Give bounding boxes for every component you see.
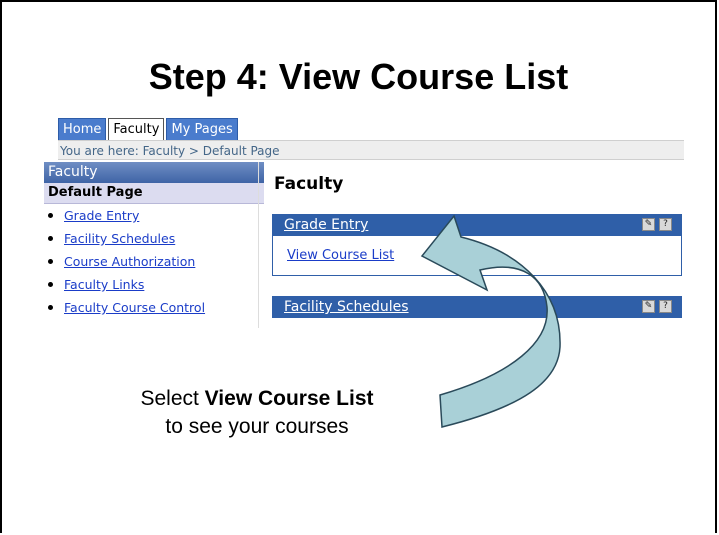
sidebar-divider bbox=[258, 162, 259, 328]
caption-line-1: Select View Course List bbox=[102, 385, 412, 413]
sidebar-item-grade-entry: Grade Entry bbox=[44, 204, 264, 227]
sidebar: Faculty Default Page Grade Entry Facilit… bbox=[44, 162, 264, 328]
sidebar-link-course-authorization[interactable]: Course Authorization bbox=[64, 254, 195, 269]
help-icon[interactable]: ? bbox=[659, 218, 672, 231]
tab-my-pages[interactable]: My Pages bbox=[166, 118, 238, 140]
portlet-title-grade-entry[interactable]: Grade Entry bbox=[284, 217, 368, 233]
portal-screenshot: Home Faculty My Pages You are here: Facu… bbox=[44, 118, 684, 328]
sidebar-item-course-authorization: Course Authorization bbox=[44, 250, 264, 273]
breadcrumb: You are here: Faculty > Default Page bbox=[58, 140, 684, 160]
slide-title: Step 4: View Course List bbox=[148, 56, 569, 97]
caption-line-2: to see your courses bbox=[165, 415, 349, 438]
sidebar-header: Faculty bbox=[44, 162, 264, 183]
portlet-facility-schedules: Facility Schedules ✎ ? bbox=[272, 296, 682, 318]
view-course-list-link[interactable]: View Course List bbox=[287, 248, 394, 263]
sidebar-item-facility-schedules: Facility Schedules bbox=[44, 227, 264, 250]
sidebar-link-grade-entry[interactable]: Grade Entry bbox=[64, 208, 139, 223]
portlet-icons: ✎ ? bbox=[642, 218, 672, 231]
instruction-caption: Select View Course List to see your cour… bbox=[102, 385, 412, 441]
edit-icon[interactable]: ✎ bbox=[642, 300, 655, 313]
sidebar-list: Grade Entry Facility Schedules Course Au… bbox=[44, 204, 264, 319]
sidebar-link-facility-schedules[interactable]: Facility Schedules bbox=[64, 231, 175, 246]
portlet-body-grade-entry: View Course List bbox=[272, 236, 682, 276]
page-title: Faculty bbox=[274, 174, 344, 194]
caption-bold: View Course List bbox=[204, 387, 374, 410]
help-icon[interactable]: ? bbox=[659, 300, 672, 313]
sidebar-link-faculty-links[interactable]: Faculty Links bbox=[64, 277, 144, 292]
portlet-icons: ✎ ? bbox=[642, 300, 672, 313]
portlet-header-facility-schedules: Facility Schedules ✎ ? bbox=[272, 296, 682, 318]
sidebar-item-faculty-course-control: Faculty Course Control bbox=[44, 296, 264, 319]
portlet-grade-entry: Grade Entry ✎ ? View Course List bbox=[272, 214, 682, 276]
sidebar-link-faculty-course-control[interactable]: Faculty Course Control bbox=[64, 300, 205, 315]
tab-faculty[interactable]: Faculty bbox=[108, 118, 165, 140]
edit-icon[interactable]: ✎ bbox=[642, 218, 655, 231]
sidebar-item-faculty-links: Faculty Links bbox=[44, 273, 264, 296]
slide: Step 4: View Course List Home Faculty My… bbox=[0, 0, 717, 533]
caption-prefix: Select bbox=[140, 387, 205, 410]
portlet-title-facility-schedules[interactable]: Facility Schedules bbox=[284, 299, 409, 315]
main-content: Faculty Grade Entry ✎ ? View Course List… bbox=[272, 162, 682, 328]
sidebar-subheader[interactable]: Default Page bbox=[44, 183, 264, 204]
tab-home[interactable]: Home bbox=[58, 118, 107, 140]
portlet-header-grade-entry: Grade Entry ✎ ? bbox=[272, 214, 682, 236]
tab-bar: Home Faculty My Pages bbox=[58, 118, 238, 140]
